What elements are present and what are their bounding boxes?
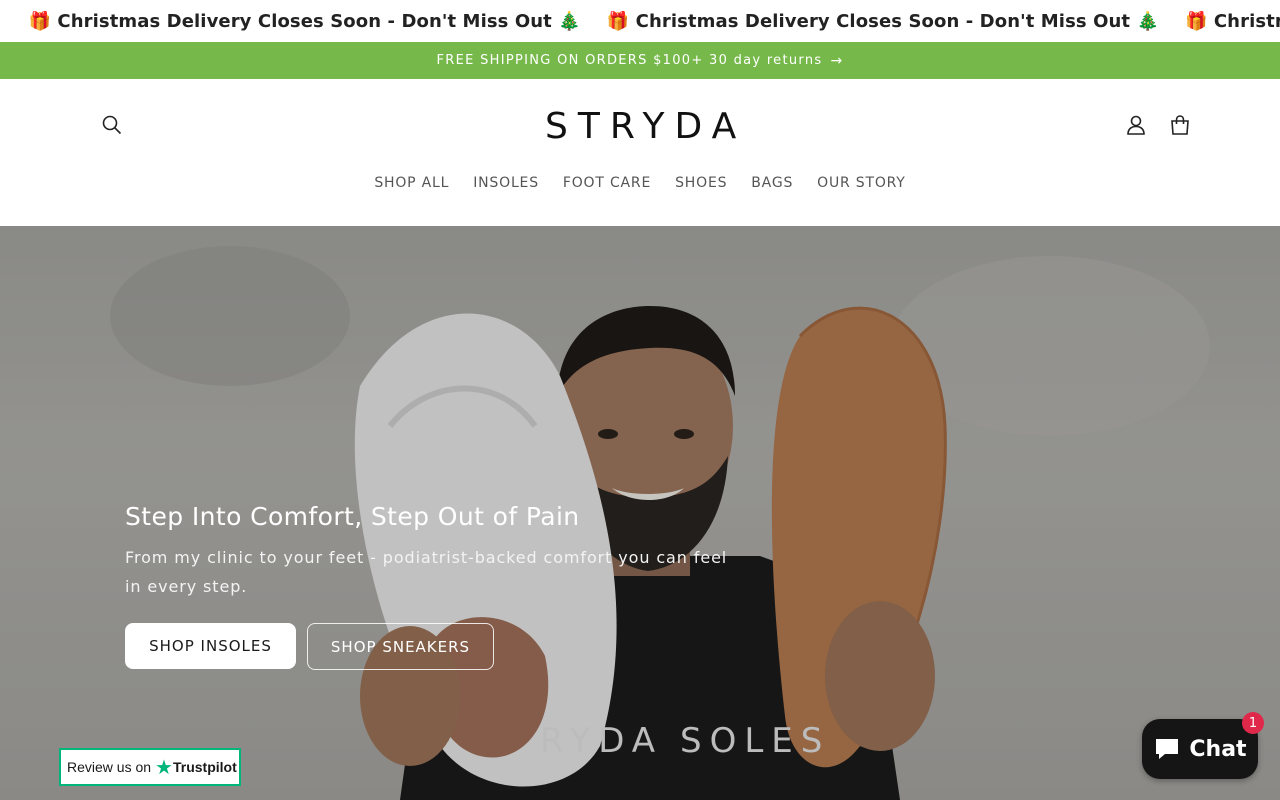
gift-icon: 🎁 <box>28 10 52 32</box>
trustpilot-text: Review us on <box>67 759 152 775</box>
main-nav: SHOP ALL INSOLES FOOT CARE SHOES BAGS OU… <box>0 175 1280 191</box>
hero-buttons: SHOP INSOLES SHOP SNEAKERS <box>125 623 765 670</box>
hero-title: Step Into Comfort, Step Out of Pain <box>125 502 580 531</box>
marquee-item: 🎁 Christmas Delivery Closes Soon - Don't… <box>1185 11 1280 32</box>
nav-item-our-story[interactable]: OUR STORY <box>805 175 918 191</box>
chat-button[interactable]: Chat <box>1142 719 1258 779</box>
marquee-leading-tree: 🎄 <box>0 11 29 32</box>
nav-item-insoles[interactable]: INSOLES <box>461 175 551 191</box>
arrow-right-icon: → <box>830 52 844 69</box>
account-button[interactable] <box>1116 105 1156 145</box>
shop-insoles-button[interactable]: SHOP INSOLES <box>125 623 296 669</box>
marquee-text: Christmas Delivery Closes Soon - Don't M… <box>635 10 1131 32</box>
marquee-text: Christmas Delivery Closes Soon - Don't M… <box>57 10 552 32</box>
search-icon <box>102 115 122 135</box>
marquee-text: Christmas Delivery Closes Soon - Don't M… <box>1213 10 1280 32</box>
marquee-item: 🎁 Christmas Delivery Closes Soon - Don't… <box>607 11 1185 32</box>
logo-text: STRYDA <box>545 105 747 147</box>
search-button[interactable] <box>92 105 132 145</box>
nav-item-foot-care[interactable]: FOOT CARE <box>551 175 663 191</box>
nav-item-bags[interactable]: BAGS <box>739 175 805 191</box>
gift-icon: 🎁 <box>1184 10 1208 32</box>
hero-subtitle: From my clinic to your feet - podiatrist… <box>125 548 728 596</box>
star-icon: ★ <box>155 755 173 779</box>
trustpilot-review-widget[interactable]: Review us on ★ Trustpilot <box>59 748 241 786</box>
chat-unread-badge: 1 <box>1242 712 1264 734</box>
announcement-bar: FREE SHIPPING ON ORDERS $100+ 30 day ret… <box>0 42 1280 79</box>
marquee-item: 🎁 Christmas Delivery Closes Soon - Don't… <box>29 11 607 32</box>
hero-content: Step Into Comfort, Step Out of Pain From… <box>125 502 765 670</box>
chat-label: Chat <box>1189 736 1247 762</box>
tree-icon: 🎄 <box>1136 10 1159 32</box>
tree-icon: 🎄 <box>558 10 581 32</box>
logo[interactable]: STRYDA <box>545 103 745 149</box>
trustpilot-brand: Trustpilot <box>172 759 237 775</box>
announcement-link[interactable]: FREE SHIPPING ON ORDERS $100+ 30 day ret… <box>437 53 844 69</box>
nav-item-shoes[interactable]: SHOES <box>663 175 739 191</box>
user-icon <box>1127 115 1145 135</box>
promo-marquee: 🎄 🎁 Christmas Delivery Closes Soon - Don… <box>0 0 1280 42</box>
announcement-text: FREE SHIPPING ON ORDERS $100+ 30 day ret… <box>436 53 823 68</box>
site-header: STRYDA SHOP ALL INSOLES FOOT CARE SHOES … <box>0 79 1280 226</box>
cart-icon <box>1171 115 1189 135</box>
chat-bubble-icon <box>1156 739 1179 759</box>
nav-item-shop-all[interactable]: SHOP ALL <box>362 175 461 191</box>
cart-button[interactable] <box>1160 105 1200 145</box>
shop-sneakers-button[interactable]: SHOP SNEAKERS <box>307 623 494 670</box>
marquee-track: 🎄 🎁 Christmas Delivery Closes Soon - Don… <box>0 0 1280 42</box>
hero-banner: RYDA SOLES Step Into Comfort, Step Out o… <box>0 226 1280 800</box>
gift-icon: 🎁 <box>606 10 630 32</box>
